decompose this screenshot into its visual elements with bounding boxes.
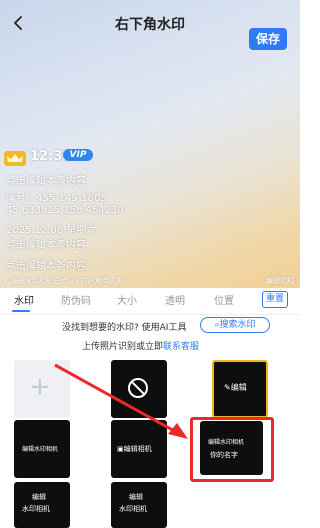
tab-opacity[interactable]: 透明 bbox=[165, 292, 185, 307]
save-button[interactable]: 保存 bbox=[249, 28, 287, 50]
search-watermark-button[interactable]: ⌕搜索水印 bbox=[200, 317, 270, 333]
corner-logo: 编辑相机 bbox=[266, 277, 294, 285]
arrow-icon bbox=[54, 363, 188, 439]
watermark-line[interactable]: 编号：455-149-1805 bbox=[6, 189, 107, 204]
shield-check-icon: ✓ bbox=[3, 277, 9, 285]
verified-text: 编辑水印相机已验证 | 时间地点真实 bbox=[11, 277, 123, 285]
template-text: 你的名字 bbox=[210, 451, 238, 459]
tab-size[interactable]: 大小 bbox=[117, 292, 137, 307]
plus-icon: + bbox=[29, 372, 51, 402]
watermark-line[interactable]: 点击编辑本条内容 bbox=[6, 257, 86, 272]
watermark-line[interactable]: 2025.12.06 星期六 bbox=[6, 221, 96, 236]
upload-hint: 上传照片识别或立即联系客服 bbox=[82, 339, 199, 352]
vip-badge: VIP bbox=[63, 149, 93, 161]
watermark-template-card[interactable]: 编辑 水印相机 bbox=[14, 482, 70, 528]
watermark-line[interactable]: 点击编辑本条内容 bbox=[6, 236, 86, 251]
crown-icon bbox=[4, 151, 26, 166]
tab-anti-fake[interactable]: 防伪码 bbox=[61, 292, 91, 307]
edit-label: ✎编辑 bbox=[224, 382, 247, 393]
upload-hint-text: 上传照片识别或立即 bbox=[82, 342, 164, 352]
verified-strip: ✓ 编辑水印相机已验证 | 时间地点真实 bbox=[3, 276, 123, 286]
watermark-line[interactable]: 45.633825,158.454230 bbox=[6, 205, 124, 216]
template-text: 水印相机 bbox=[119, 505, 147, 513]
search-button-label: 搜索水印 bbox=[219, 320, 256, 330]
tab-position[interactable]: 位置 bbox=[214, 292, 234, 307]
tab-watermark[interactable]: 水印 bbox=[14, 292, 34, 307]
watermark-template-card[interactable]: 编辑水印相机 你的名字 bbox=[200, 421, 263, 475]
pencil-icon: ✎ bbox=[224, 383, 231, 392]
watermark-line[interactable]: 点击编辑本条内容 bbox=[6, 172, 86, 187]
reset-button[interactable]: 重置 bbox=[262, 291, 288, 308]
template-text: 编辑 bbox=[129, 493, 143, 501]
edit-label-text: 编辑 bbox=[230, 383, 247, 392]
tab-bar bbox=[0, 288, 300, 315]
active-tab-indicator bbox=[12, 310, 30, 312]
template-text: 水印相机 bbox=[22, 505, 50, 513]
template-text: 编辑水印相机 bbox=[208, 439, 245, 446]
watermark-template-card[interactable]: 编辑 水印相机 bbox=[111, 482, 167, 528]
contact-support-link[interactable]: 联系客服 bbox=[163, 342, 199, 352]
template-text: 编辑 bbox=[32, 493, 46, 501]
ai-tool-hint: 没找到想要的水印? 使用AI工具 bbox=[62, 323, 187, 333]
